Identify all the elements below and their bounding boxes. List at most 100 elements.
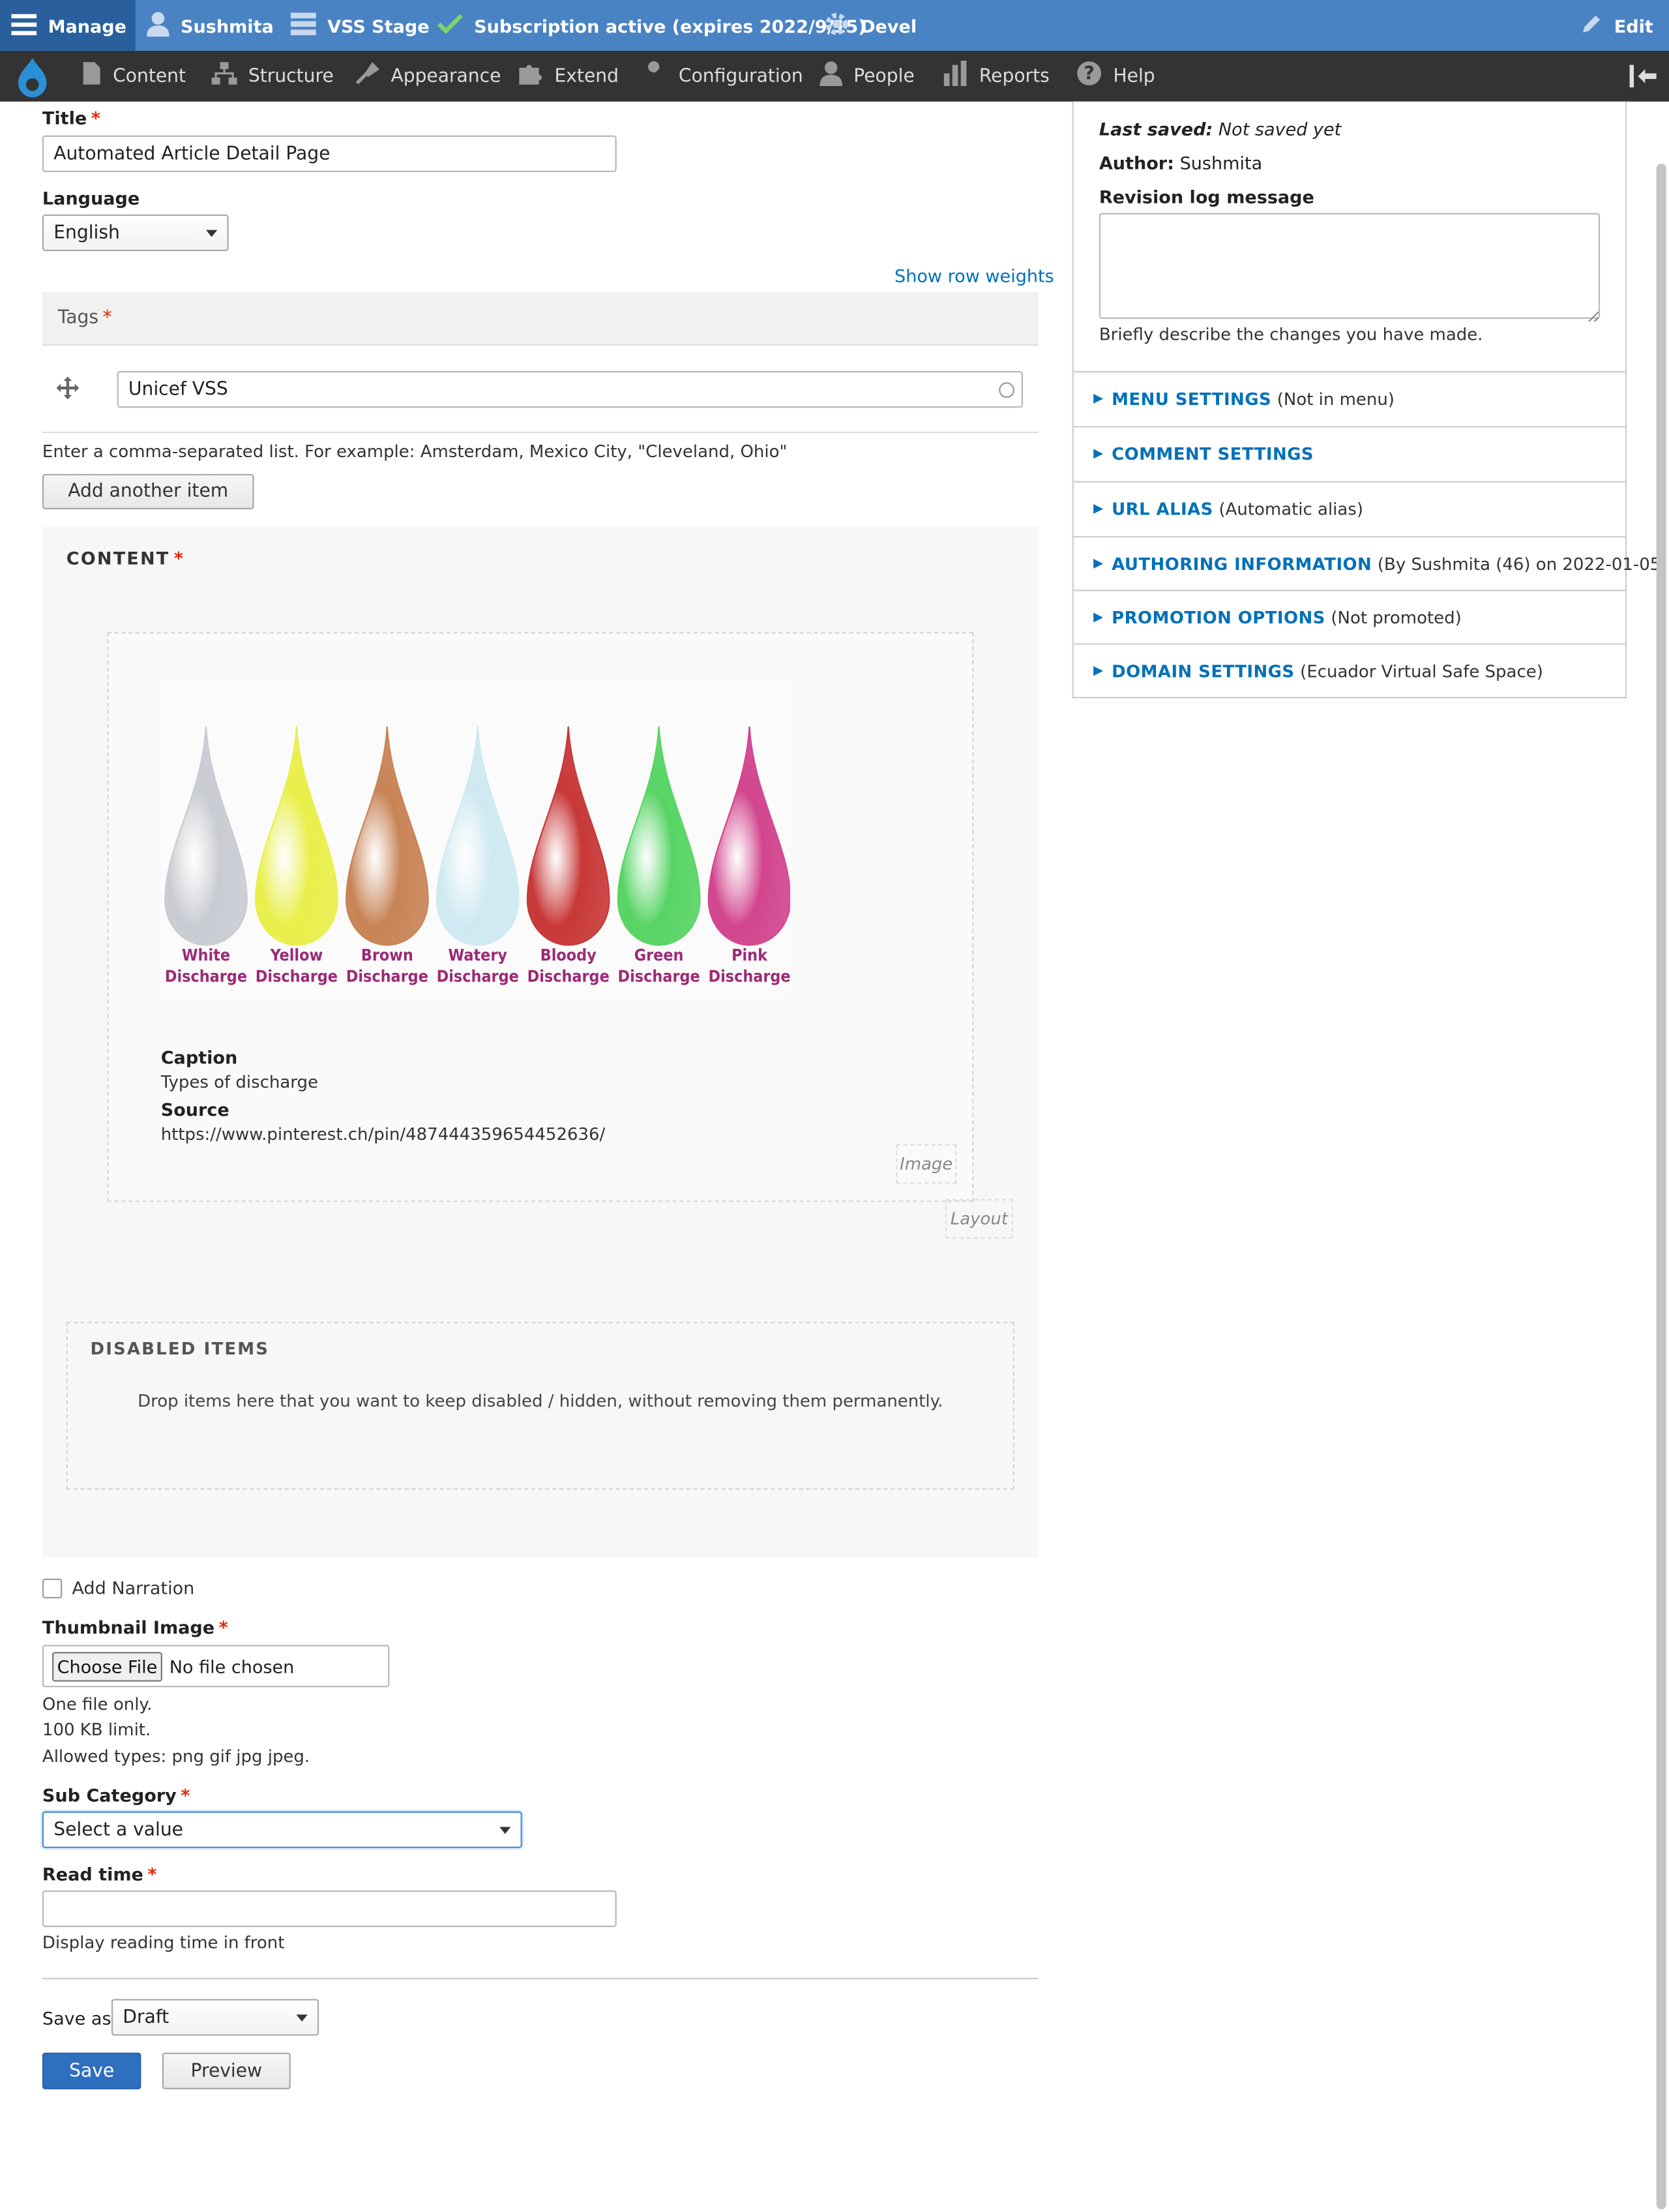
subcategory-label-text: Sub Category <box>42 1784 177 1806</box>
droplet-label: Discharge <box>437 967 519 986</box>
tags-label: Tags * <box>58 308 112 329</box>
drag-handle-icon[interactable] <box>56 376 80 404</box>
tags-header <box>42 291 1039 346</box>
last-saved-value: Not saved yet <box>1218 118 1342 140</box>
language-select[interactable]: English <box>42 214 229 252</box>
tag-autocomplete-input[interactable]: Unicef VSS <box>117 370 1023 408</box>
required-marker: * <box>91 107 100 128</box>
section-summary: (By Sushmita (46) on 2022-01-05) <box>1377 554 1668 575</box>
menu-appearance[interactable]: Appearance <box>354 51 501 102</box>
divider <box>42 1977 1039 1980</box>
manage-tab[interactable]: Manage <box>0 0 136 51</box>
user-tab[interactable]: Sushmita <box>147 0 274 51</box>
section-promotion-options[interactable]: ▶ PROMOTION OPTIONS (Not promoted) <box>1073 590 1626 644</box>
show-row-weights-link[interactable]: Show row weights <box>894 265 1054 286</box>
gear-icon <box>824 10 849 40</box>
droplet-label: Discharge <box>618 967 700 986</box>
read-time-label: Read time * <box>42 1864 157 1885</box>
site-tab[interactable]: VSS Stage <box>290 0 430 51</box>
choose-file-button[interactable]: Choose File <box>52 1652 162 1682</box>
menu-help-label: Help <box>1113 65 1155 87</box>
thumbnail-label: Thumbnail Image * <box>42 1617 228 1637</box>
droplet-label: Discharge <box>527 967 610 986</box>
chevron-down-icon <box>205 230 218 237</box>
last-saved-label: Last saved: <box>1099 118 1213 140</box>
pencil-icon <box>1580 12 1603 38</box>
drupal-logo-icon[interactable] <box>14 57 51 103</box>
title-input[interactable]: Automated Article Detail Page <box>42 135 617 172</box>
menu-extend[interactable]: Extend <box>518 51 619 102</box>
subcategory-value: Select a value <box>53 1819 184 1841</box>
sitemap-icon <box>211 62 237 90</box>
read-time-input[interactable] <box>42 1890 617 1928</box>
user-icon <box>147 10 170 40</box>
moderation-state-select[interactable]: Draft <box>111 1999 319 2036</box>
subcategory-select[interactable]: Select a value <box>42 1811 522 1848</box>
revision-help: Briefly describe the changes you have ma… <box>1099 324 1483 344</box>
menu-help[interactable]: ? Help <box>1076 51 1155 102</box>
tags-help-text: Enter a comma-separated list. For exampl… <box>42 441 788 462</box>
content-label: CONTENT * <box>66 547 185 568</box>
section-authoring-information[interactable]: ▶ AUTHORING INFORMATION (By Sushmita (46… <box>1073 536 1667 591</box>
devel-tab[interactable]: Devel <box>824 0 917 51</box>
tags-label-text: Tags <box>57 307 99 329</box>
section-title: URL ALIAS <box>1112 499 1213 520</box>
checkmark-icon <box>437 13 463 38</box>
menu-content[interactable]: Content <box>82 51 186 102</box>
save-as-value: Draft <box>123 2007 170 2028</box>
section-url-alias[interactable]: ▶ URL ALIAS (Automatic alias) <box>1073 481 1626 536</box>
file-help-size: 100 KB limit. <box>42 1720 151 1740</box>
save-button[interactable]: Save <box>42 2052 141 2089</box>
edit-tab[interactable]: Edit <box>1580 0 1653 51</box>
subscription-tab[interactable]: Subscription active (expires 2022/9/15) <box>437 0 866 51</box>
autocomplete-throbber-icon <box>999 382 1014 398</box>
section-domain-settings[interactable]: ▶ DOMAIN SETTINGS (Ecuador Virtual Safe … <box>1073 643 1626 698</box>
menu-configuration-label: Configuration <box>678 65 803 87</box>
droplet-7: Pink Discharge <box>707 726 791 986</box>
read-time-label-text: Read time <box>42 1863 143 1885</box>
required-marker: * <box>218 1617 228 1638</box>
droplet-label: Brown <box>361 946 413 964</box>
layout-tag: Layout <box>945 1199 1013 1239</box>
triangle-right-icon: ▶ <box>1093 610 1104 625</box>
collapse-toolbar-icon[interactable] <box>1629 65 1658 92</box>
site-label: VSS Stage <box>327 14 430 37</box>
menu-extend-label: Extend <box>554 65 619 87</box>
menu-reports[interactable]: Reports <box>943 51 1050 102</box>
menu-configuration[interactable]: Configuration <box>642 51 803 102</box>
preview-button[interactable]: Preview <box>162 2052 291 2089</box>
section-summary: (Not promoted) <box>1331 608 1462 628</box>
menu-structure[interactable]: Structure <box>211 51 334 102</box>
section-comment-settings[interactable]: ▶ COMMENT SETTINGS <box>1073 426 1626 481</box>
menu-structure-label: Structure <box>248 65 334 87</box>
add-another-item-button[interactable]: Add another item <box>42 473 254 509</box>
read-time-help: Display reading time in front <box>42 1932 285 1953</box>
triangle-right-icon: ▶ <box>1093 502 1104 516</box>
droplet-3: Brown Discharge <box>345 726 429 986</box>
section-summary: (Ecuador Virtual Safe Space) <box>1300 661 1543 681</box>
last-saved: Last saved: Not saved yet <box>1099 119 1341 140</box>
edit-label: Edit <box>1614 14 1653 37</box>
menu-people[interactable]: People <box>820 51 915 102</box>
droplet-6: Green Discharge <box>617 726 701 986</box>
page-scrollbar[interactable] <box>1656 163 1666 2209</box>
revision-log-textarea[interactable] <box>1099 213 1601 319</box>
required-marker: * <box>147 1863 157 1885</box>
disabled-items-text: Drop items here that you want to keep di… <box>138 1391 943 1411</box>
droplet-1: White Discharge <box>164 726 248 986</box>
droplet-label: Discharge <box>346 967 428 986</box>
author-label: Author: <box>1099 152 1174 174</box>
section-title: PROMOTION OPTIONS <box>1112 608 1325 628</box>
section-menu-settings[interactable]: ▶ MENU SETTINGS (Not in menu) <box>1073 370 1626 426</box>
droplet-label: Discharge <box>256 967 338 986</box>
subscription-label: Subscription active (expires 2022/9/15) <box>474 14 866 37</box>
resize-grip-icon[interactable] <box>1588 305 1599 325</box>
section-title: AUTHORING INFORMATION <box>1112 554 1372 575</box>
page-icon <box>82 62 102 90</box>
image-tag: Image <box>896 1144 957 1184</box>
thumbnail-label-text: Thumbnail Image <box>42 1617 215 1638</box>
chevron-down-icon <box>499 1827 511 1834</box>
droplet-5: Bloody Discharge <box>526 726 610 986</box>
brush-icon <box>354 61 380 92</box>
add-narration-checkbox[interactable] <box>42 1578 63 1599</box>
